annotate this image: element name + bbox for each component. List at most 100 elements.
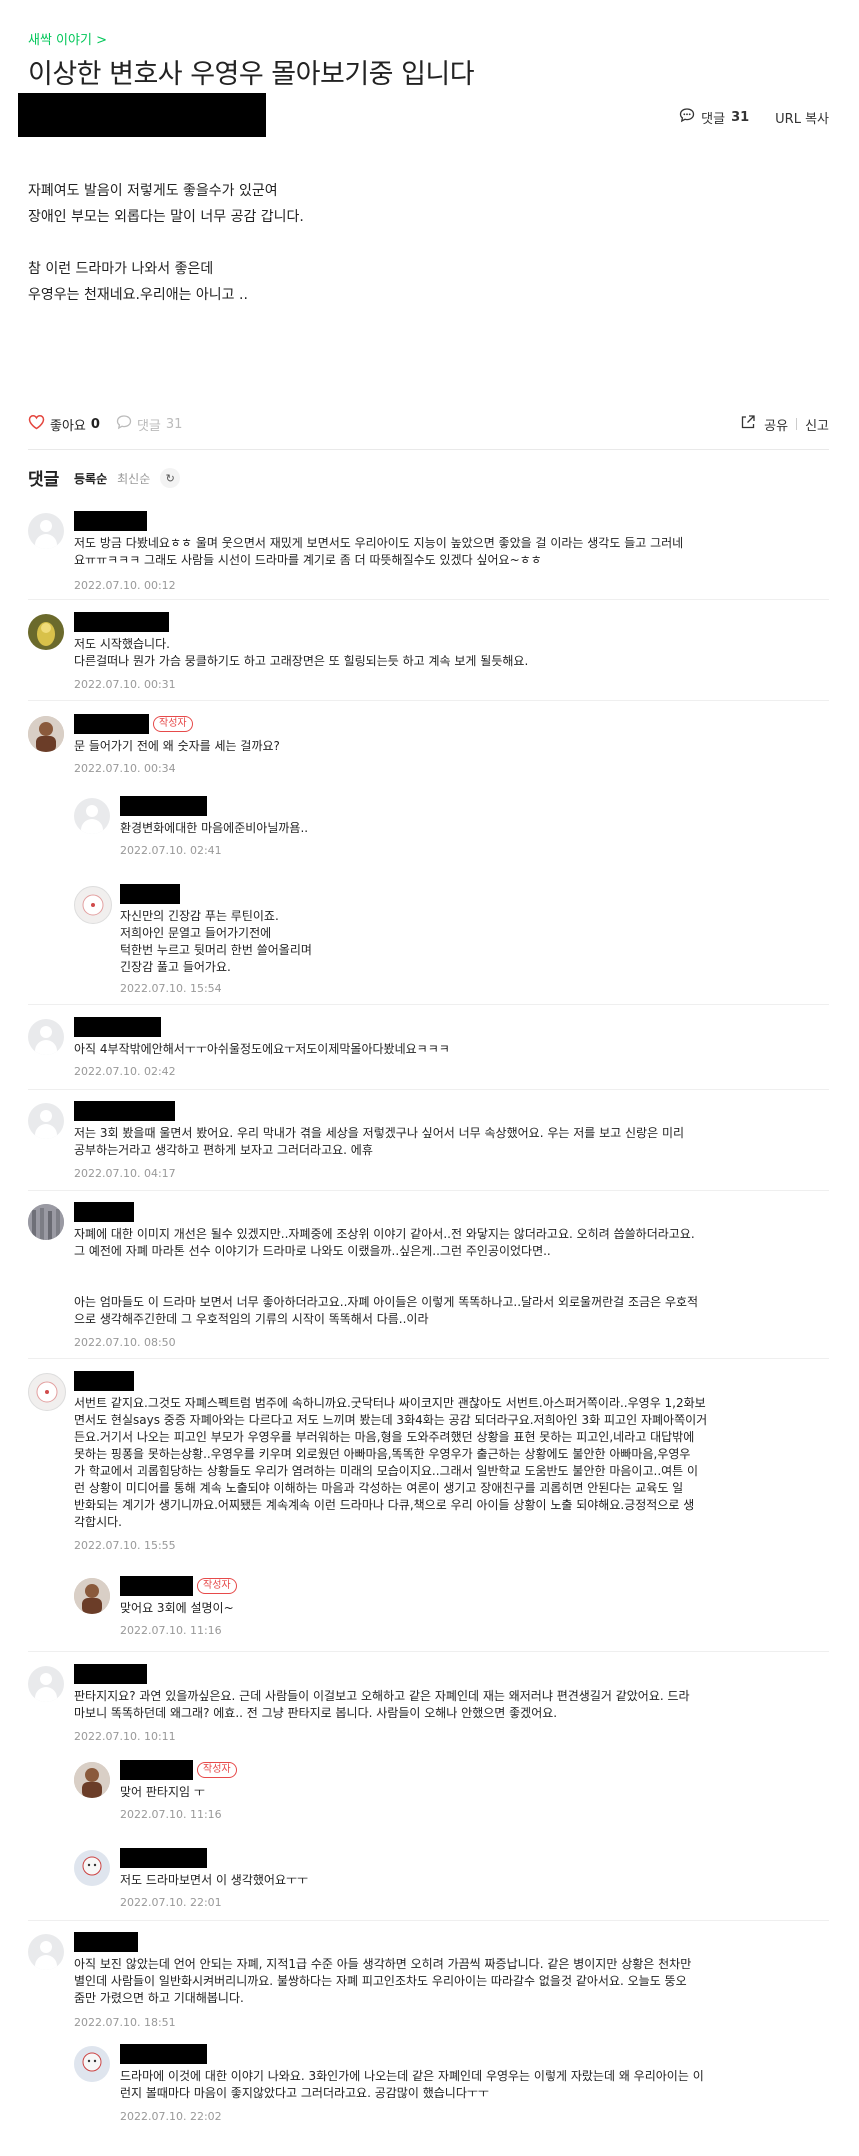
avatar[interactable]	[28, 1373, 66, 1411]
reply: 환경변화에대한 마음에준비아닐까욤.. 2022.07.10. 02:41	[74, 796, 828, 864]
post-actions: 좋아요 0 댓글 31 공유 신고	[28, 412, 829, 436]
post-actions-right: 공유 신고	[740, 414, 829, 434]
comment-divider	[28, 1358, 829, 1359]
comment-count: 31	[731, 109, 750, 125]
comment-author[interactable]	[120, 1848, 207, 1868]
comment-date: 2022.07.10. 10:11	[74, 1730, 176, 1743]
comment-divider	[28, 1190, 829, 1191]
comment-date: 2022.07.10. 00:34	[74, 762, 176, 775]
content-line	[28, 230, 828, 256]
refresh-icon[interactable]: ↻	[160, 468, 181, 488]
reply: 작성자 맞어 판타지임 ㅜ 2022.07.10. 11:16	[74, 1760, 828, 1828]
sort-latest-tab[interactable]: 최신순	[117, 470, 150, 487]
comment-text: 맞어요 3회에 설명이~	[120, 1601, 234, 1615]
avatar[interactable]	[74, 1762, 110, 1798]
comment-date: 2022.07.10. 22:02	[120, 2110, 222, 2123]
comment-text: 드라마에 이것에 대한 이야기 나와요. 3화인가에 나오는데 같은 자폐인데 …	[120, 2069, 704, 2100]
like-button[interactable]: 좋아요 0	[28, 414, 100, 434]
comment-author[interactable]	[74, 1202, 134, 1222]
avatar[interactable]	[74, 798, 110, 834]
reply: 자신만의 긴장감 푸는 루틴이죠. 저희아인 문열고 들어가기전에 턱한번 누르고 …	[74, 884, 828, 1002]
comment: 작성자 문 들어가기 전에 왜 숫자를 세는 걸까요? 2022.07.10. …	[28, 714, 828, 784]
comment-date: 2022.07.10. 00:12	[74, 579, 176, 592]
comment: 저도 방금 다봤네요ㅎㅎ 울며 웃으면서 재밌게 보면서도 우리아이도 지능이 …	[28, 511, 828, 596]
comment-date: 2022.07.10. 02:42	[74, 1065, 176, 1078]
comment-toggle-label: 댓글	[136, 418, 161, 434]
comment-text: 저는 3회 봤을때 울면서 봤어요. 우리 막내가 겪을 세상을 저렇겠구나 싶…	[74, 1126, 685, 1157]
share-button[interactable]: 공유	[764, 415, 788, 434]
avatar[interactable]	[28, 1103, 64, 1139]
comment: 서번트 같지요.그것도 자폐스펙트럼 범주에 속하니까요.굿닥터나 싸이코지만 …	[28, 1371, 828, 1556]
avatar[interactable]	[74, 2046, 110, 2082]
comment-sort: 등록순 최신순 ↻	[74, 468, 181, 488]
avatar[interactable]	[28, 716, 64, 752]
comment: 저는 3회 봤을때 울면서 봤어요. 우리 막내가 겪을 세상을 저렇겠구나 싶…	[28, 1101, 828, 1186]
url-copy-button[interactable]: URL 복사	[775, 108, 829, 127]
report-button[interactable]: 신고	[805, 415, 829, 434]
comment-author[interactable]	[74, 1932, 138, 1952]
like-count: 0	[90, 416, 100, 432]
comment-author[interactable]	[74, 511, 147, 531]
comment-date: 2022.07.10. 00:31	[74, 678, 176, 691]
author-badge: 작성자	[153, 716, 193, 732]
reply: 저도 드라마보면서 이 생각했어요ㅜㅜ 2022.07.10. 22:01	[74, 1848, 828, 1916]
sort-registered-tab[interactable]: 등록순	[74, 470, 107, 487]
comment-author[interactable]: 작성자	[120, 1576, 237, 1596]
comment-author[interactable]	[74, 612, 169, 632]
comment-divider	[28, 1651, 829, 1652]
comment-divider	[28, 1004, 829, 1005]
comment-author[interactable]	[120, 884, 180, 904]
avatar[interactable]	[74, 1850, 110, 1886]
comment-toggle-count: 31	[165, 416, 183, 432]
like-label: 좋아요	[50, 418, 86, 434]
post-meta: 댓글 31 URL 복사	[679, 107, 829, 127]
avatar[interactable]	[28, 614, 64, 650]
comments-title: 댓글	[28, 470, 60, 490]
avatar[interactable]	[74, 886, 112, 924]
comment-toggle[interactable]: 댓글 31	[116, 414, 182, 434]
author-redacted	[18, 93, 266, 137]
content-line: 참 이런 드라마가 나와서 좋은데	[28, 261, 214, 277]
comment-author[interactable]	[74, 1017, 161, 1037]
comment-author[interactable]	[74, 1101, 175, 1121]
comment-text: 저도 시작했습니다. 다른걸떠나 뭔가 가슴 뭉클하기도 하고 고래장면은 또 힐…	[74, 637, 529, 668]
avatar[interactable]	[28, 1666, 64, 1702]
comment: 자폐에 대한 이미지 개선은 될수 있겠지만..자폐중에 조상위 이야기 같아서…	[28, 1202, 828, 1352]
avatar[interactable]	[28, 1204, 64, 1240]
avatar[interactable]	[28, 1934, 64, 1970]
comment-author[interactable]	[74, 1371, 134, 1391]
comment: 아직 보진 않았는데 언어 안되는 자폐, 지적1급 수준 아들 생각하면 오히…	[28, 1932, 828, 2032]
avatar[interactable]	[74, 1578, 110, 1614]
comment: 판타지지요? 과연 있을까싶은요. 근데 사람들이 이걸보고 오해하고 같은 자…	[28, 1664, 828, 1749]
avatar[interactable]	[28, 1019, 64, 1055]
avatar[interactable]	[28, 513, 64, 549]
reply: 드라마에 이것에 대한 이야기 나와요. 3화인가에 나오는데 같은 자폐인데 …	[74, 2044, 828, 2134]
comment-date: 2022.07.10. 22:01	[120, 1896, 222, 1909]
category-link[interactable]: 새싹 이야기 >	[28, 29, 107, 48]
reply: 작성자 맞어요 3회에 설명이~ 2022.07.10. 11:16	[74, 1576, 828, 1644]
comment-date: 2022.07.10. 18:51	[74, 2016, 176, 2029]
comment: 저도 시작했습니다. 다른걸떠나 뭔가 가슴 뭉클하기도 하고 고래장면은 또 힐…	[28, 612, 828, 697]
content-line: 자폐여도 발음이 저렇게도 좋을수가 있군여	[28, 183, 278, 199]
comment-label[interactable]: 댓글	[701, 108, 725, 127]
comment-author[interactable]: 작성자	[74, 714, 193, 734]
comment-bubble-icon	[679, 107, 695, 127]
comment-text: 문 들어가기 전에 왜 숫자를 세는 걸까요?	[74, 739, 280, 753]
comment-author[interactable]	[74, 1664, 147, 1684]
comment-text: 아직 4부작밖에안해서ㅜㅜ아쉬울정도에요ㅜ저도이제막몰아다봤네요ㅋㅋㅋ	[74, 1042, 450, 1056]
comment-author[interactable]	[120, 2044, 207, 2064]
comment-date: 2022.07.10. 15:55	[74, 1539, 176, 1552]
comment-divider	[28, 599, 829, 600]
comment: 아직 4부작밖에안해서ㅜㅜ아쉬울정도에요ㅜ저도이제막몰아다봤네요ㅋㅋㅋ 2022…	[28, 1017, 828, 1087]
share-icon[interactable]	[740, 414, 756, 434]
comment-date: 2022.07.10. 02:41	[120, 844, 222, 857]
comment-text: 자신만의 긴장감 푸는 루틴이죠. 저희아인 문열고 들어가기전에 턱한번 누르고 …	[120, 909, 312, 974]
comment-text: 맞어 판타지임 ㅜ	[120, 1785, 205, 1799]
comment-date: 2022.07.10. 11:16	[120, 1808, 222, 1821]
comment-author[interactable]: 작성자	[120, 1760, 237, 1780]
author-badge: 작성자	[197, 1762, 237, 1778]
comment-date: 2022.07.10. 08:50	[74, 1336, 176, 1349]
content-line: 우영우는 천재네요.우리애는 아니고 ..	[28, 287, 248, 303]
comment-divider	[28, 1089, 829, 1090]
comment-author[interactable]	[120, 796, 207, 816]
